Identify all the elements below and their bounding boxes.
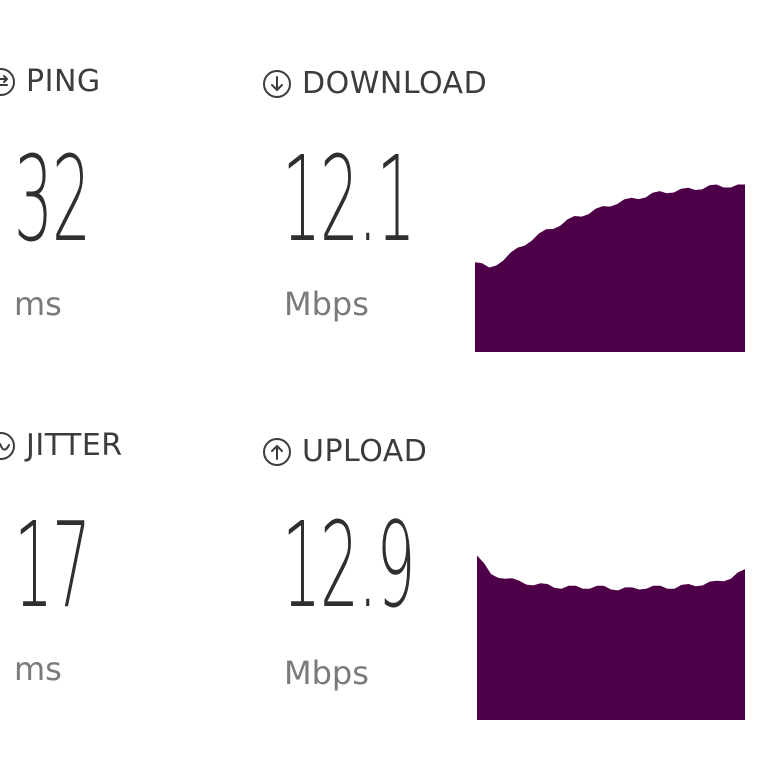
upload-label: UPLOAD	[302, 434, 428, 469]
ping-value: 32	[14, 130, 91, 268]
download-unit: Mbps	[284, 285, 369, 323]
ping-header: PING	[0, 64, 101, 99]
download-graph-area	[475, 184, 745, 352]
ping-unit: ms	[14, 285, 62, 323]
jitter-header: JITTER	[0, 428, 123, 463]
download-arrow-icon	[262, 69, 292, 99]
upload-header: UPLOAD	[262, 434, 427, 469]
upload-graph	[477, 548, 745, 720]
upload-arrow-icon	[262, 437, 292, 467]
jitter-unit: ms	[14, 650, 62, 688]
wave-icon	[0, 431, 16, 461]
download-header: DOWNLOAD	[262, 66, 487, 101]
upload-unit: Mbps	[284, 654, 369, 692]
ping-arrows-icon	[0, 67, 16, 97]
jitter-value: 17	[14, 496, 91, 634]
upload-graph-area	[477, 555, 745, 720]
ping-label: PING	[26, 64, 101, 99]
jitter-label: JITTER	[26, 428, 123, 463]
download-graph	[475, 180, 745, 352]
upload-value: 12.9	[282, 496, 416, 634]
download-value: 12.1	[282, 130, 416, 268]
download-label: DOWNLOAD	[302, 66, 488, 101]
